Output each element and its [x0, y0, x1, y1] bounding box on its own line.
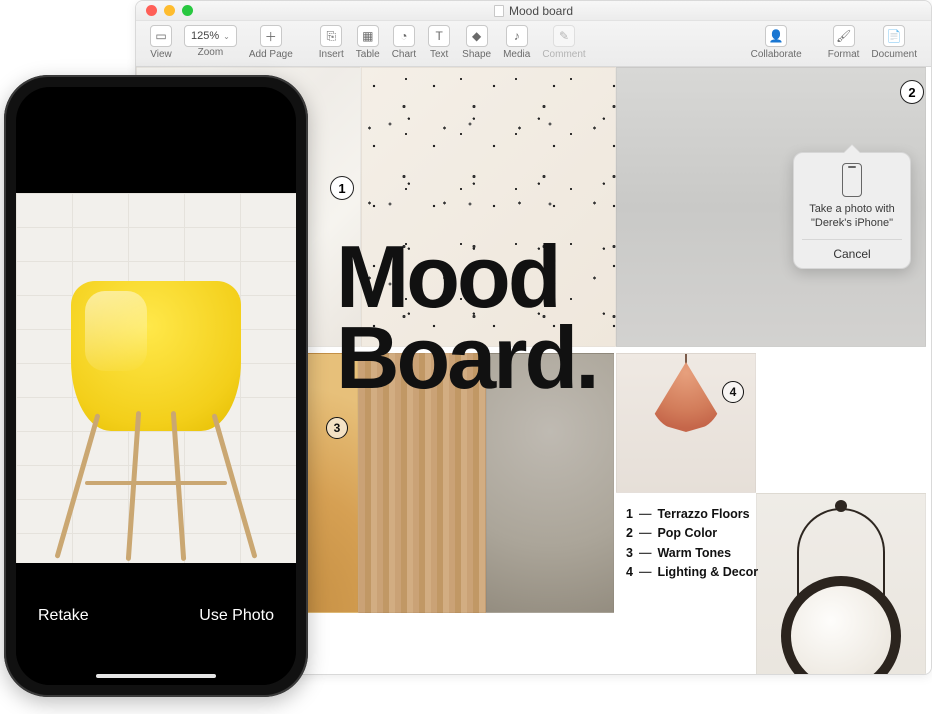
format-button[interactable]: 🖌Format — [828, 25, 860, 60]
iphone-notch — [91, 87, 221, 111]
callout-4: 4 — [722, 381, 744, 403]
shape-button[interactable]: ◆Shape — [462, 25, 491, 60]
legend-row: 2—Pop Color — [626, 524, 758, 543]
zoom-control[interactable]: 125% ⌄ Zoom — [184, 25, 237, 58]
legend-row: 4—Lighting & Decor — [626, 563, 758, 582]
retake-button[interactable]: Retake — [38, 607, 89, 625]
image-mirror[interactable] — [756, 493, 926, 674]
text-button[interactable]: TText — [428, 25, 450, 60]
use-photo-button[interactable]: Use Photo — [199, 607, 274, 625]
media-button[interactable]: ♪Media — [503, 25, 530, 60]
iphone-device: Retake Use Photo — [4, 75, 308, 697]
chart-button[interactable]: ◔Chart — [392, 25, 416, 60]
legend-row: 3—Warm Tones — [626, 544, 758, 563]
image-lamp[interactable] — [616, 353, 756, 493]
document-icon — [494, 5, 504, 17]
headline[interactable]: Mood Board. — [336, 237, 597, 399]
toolbar: ▭ View 125% ⌄ Zoom ＋ Add Page ⎘Insert ▦T… — [136, 21, 931, 67]
legend: 1—Terrazzo Floors 2—Pop Color 3—Warm Ton… — [626, 505, 758, 583]
table-button[interactable]: ▦Table — [356, 25, 380, 60]
caption-badge-1: 1 — [330, 176, 354, 200]
add-page-button[interactable]: ＋ Add Page — [249, 25, 293, 60]
cancel-button[interactable]: Cancel — [802, 239, 902, 268]
callout-3: 3 — [326, 417, 348, 439]
photo-subject-chair — [71, 281, 241, 431]
camera-controls: Retake Use Photo — [16, 565, 296, 685]
caption-badge-2: 2 — [900, 80, 924, 104]
legend-row: 1—Terrazzo Floors — [626, 505, 758, 524]
headline-line2: Board. — [336, 318, 597, 399]
document-button[interactable]: 📄Document — [871, 25, 917, 60]
collaborate-button[interactable]: 👤Collaborate — [751, 25, 802, 60]
view-button[interactable]: ▭ View — [150, 25, 172, 60]
chevron-down-icon: ⌄ — [223, 32, 230, 41]
camera-preview[interactable] — [16, 193, 296, 563]
popover-message: Take a photo with "Derek's iPhone" — [802, 203, 902, 231]
continuity-camera-popover: Take a photo with "Derek's iPhone" Cance… — [793, 152, 911, 269]
iphone-screen: Retake Use Photo — [16, 87, 296, 685]
popover-arrow — [844, 145, 860, 153]
comment-button[interactable]: ✎Comment — [542, 25, 585, 60]
titlebar: Mood board — [136, 1, 931, 21]
insert-button[interactable]: ⎘Insert — [319, 25, 344, 60]
zoom-value: 125% — [191, 30, 219, 42]
window-title: Mood board — [136, 4, 931, 18]
window-title-text: Mood board — [509, 4, 573, 18]
headline-line1: Mood — [336, 237, 597, 318]
home-indicator[interactable] — [96, 674, 216, 678]
iphone-icon — [842, 163, 862, 197]
